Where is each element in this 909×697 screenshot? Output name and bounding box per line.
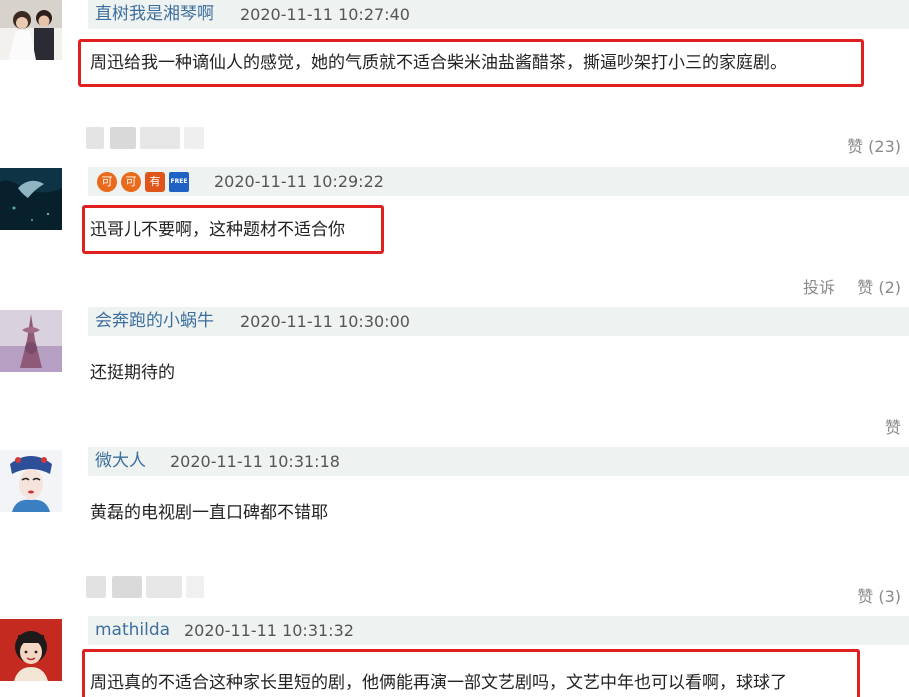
comment-timestamp: 2020-11-11 10:29:22 bbox=[214, 172, 384, 191]
comment-timestamp: 2020-11-11 10:31:32 bbox=[184, 621, 354, 640]
avatar[interactable] bbox=[0, 168, 62, 230]
comment-meta-bar: 直树我是湘琴啊 2020-11-11 10:27:40 bbox=[88, 0, 909, 29]
comment-text: 周迅真的不适合这种家长里短的剧，他俩能再演一部文艺剧吗，文艺中年也可以看啊，球球… bbox=[90, 673, 787, 693]
like-button[interactable]: 赞 (23) bbox=[847, 137, 901, 156]
blurred-username bbox=[86, 576, 204, 598]
user-level-badge-icon: 可 bbox=[97, 172, 117, 192]
member-badge-icon: 有 bbox=[145, 172, 165, 192]
comment-meta-bar: 会奔跑的小蜗牛 2020-11-11 10:30:00 bbox=[88, 307, 909, 336]
comment-timestamp: 2020-11-11 10:31:18 bbox=[170, 452, 340, 471]
report-button[interactable]: 投诉 bbox=[803, 278, 835, 297]
comment-timestamp: 2020-11-11 10:27:40 bbox=[240, 5, 410, 24]
free-badge-icon: FREE bbox=[169, 172, 189, 192]
like-button[interactable]: 赞 (3) bbox=[857, 587, 901, 606]
user-level-badge-icon: 可 bbox=[121, 172, 141, 192]
comment-text: 黄磊的电视剧一直口碑都不错耶 bbox=[90, 503, 328, 523]
comment-text: 周迅给我一种谪仙人的感觉，她的气质就不适合柴米油盐酱醋茶，撕逼吵架打小三的家庭剧… bbox=[90, 53, 787, 73]
blurred-username bbox=[86, 127, 204, 149]
like-button[interactable]: 赞 (2) bbox=[857, 278, 901, 297]
comment-meta-bar: mathilda 2020-11-11 10:31:32 bbox=[88, 616, 909, 645]
avatar[interactable] bbox=[0, 450, 62, 512]
comment-actions: 赞 bbox=[885, 414, 901, 438]
username-link[interactable]: 微大人 bbox=[95, 447, 146, 476]
comment-actions: 投诉 赞 (2) bbox=[803, 274, 901, 298]
username-link[interactable]: mathilda bbox=[95, 616, 170, 645]
comment-text: 还挺期待的 bbox=[90, 363, 175, 383]
avatar[interactable] bbox=[0, 310, 62, 372]
comment-text: 迅哥儿不要啊，这种题材不适合你 bbox=[90, 220, 345, 240]
avatar[interactable] bbox=[0, 0, 62, 60]
username-link[interactable]: 直树我是湘琴啊 bbox=[95, 0, 214, 29]
comment-actions: 赞 (23) bbox=[847, 133, 901, 157]
like-button[interactable]: 赞 bbox=[885, 418, 901, 437]
avatar[interactable] bbox=[0, 619, 62, 681]
comment-meta-bar: 微大人 2020-11-11 10:31:18 bbox=[88, 447, 909, 476]
comment-actions: 赞 (3) bbox=[857, 583, 901, 607]
comment-meta-bar: 可 可 有 FREE 2020-11-11 10:29:22 bbox=[88, 167, 909, 196]
comment-timestamp: 2020-11-11 10:30:00 bbox=[240, 312, 410, 331]
username-link[interactable]: 会奔跑的小蜗牛 bbox=[95, 307, 214, 336]
